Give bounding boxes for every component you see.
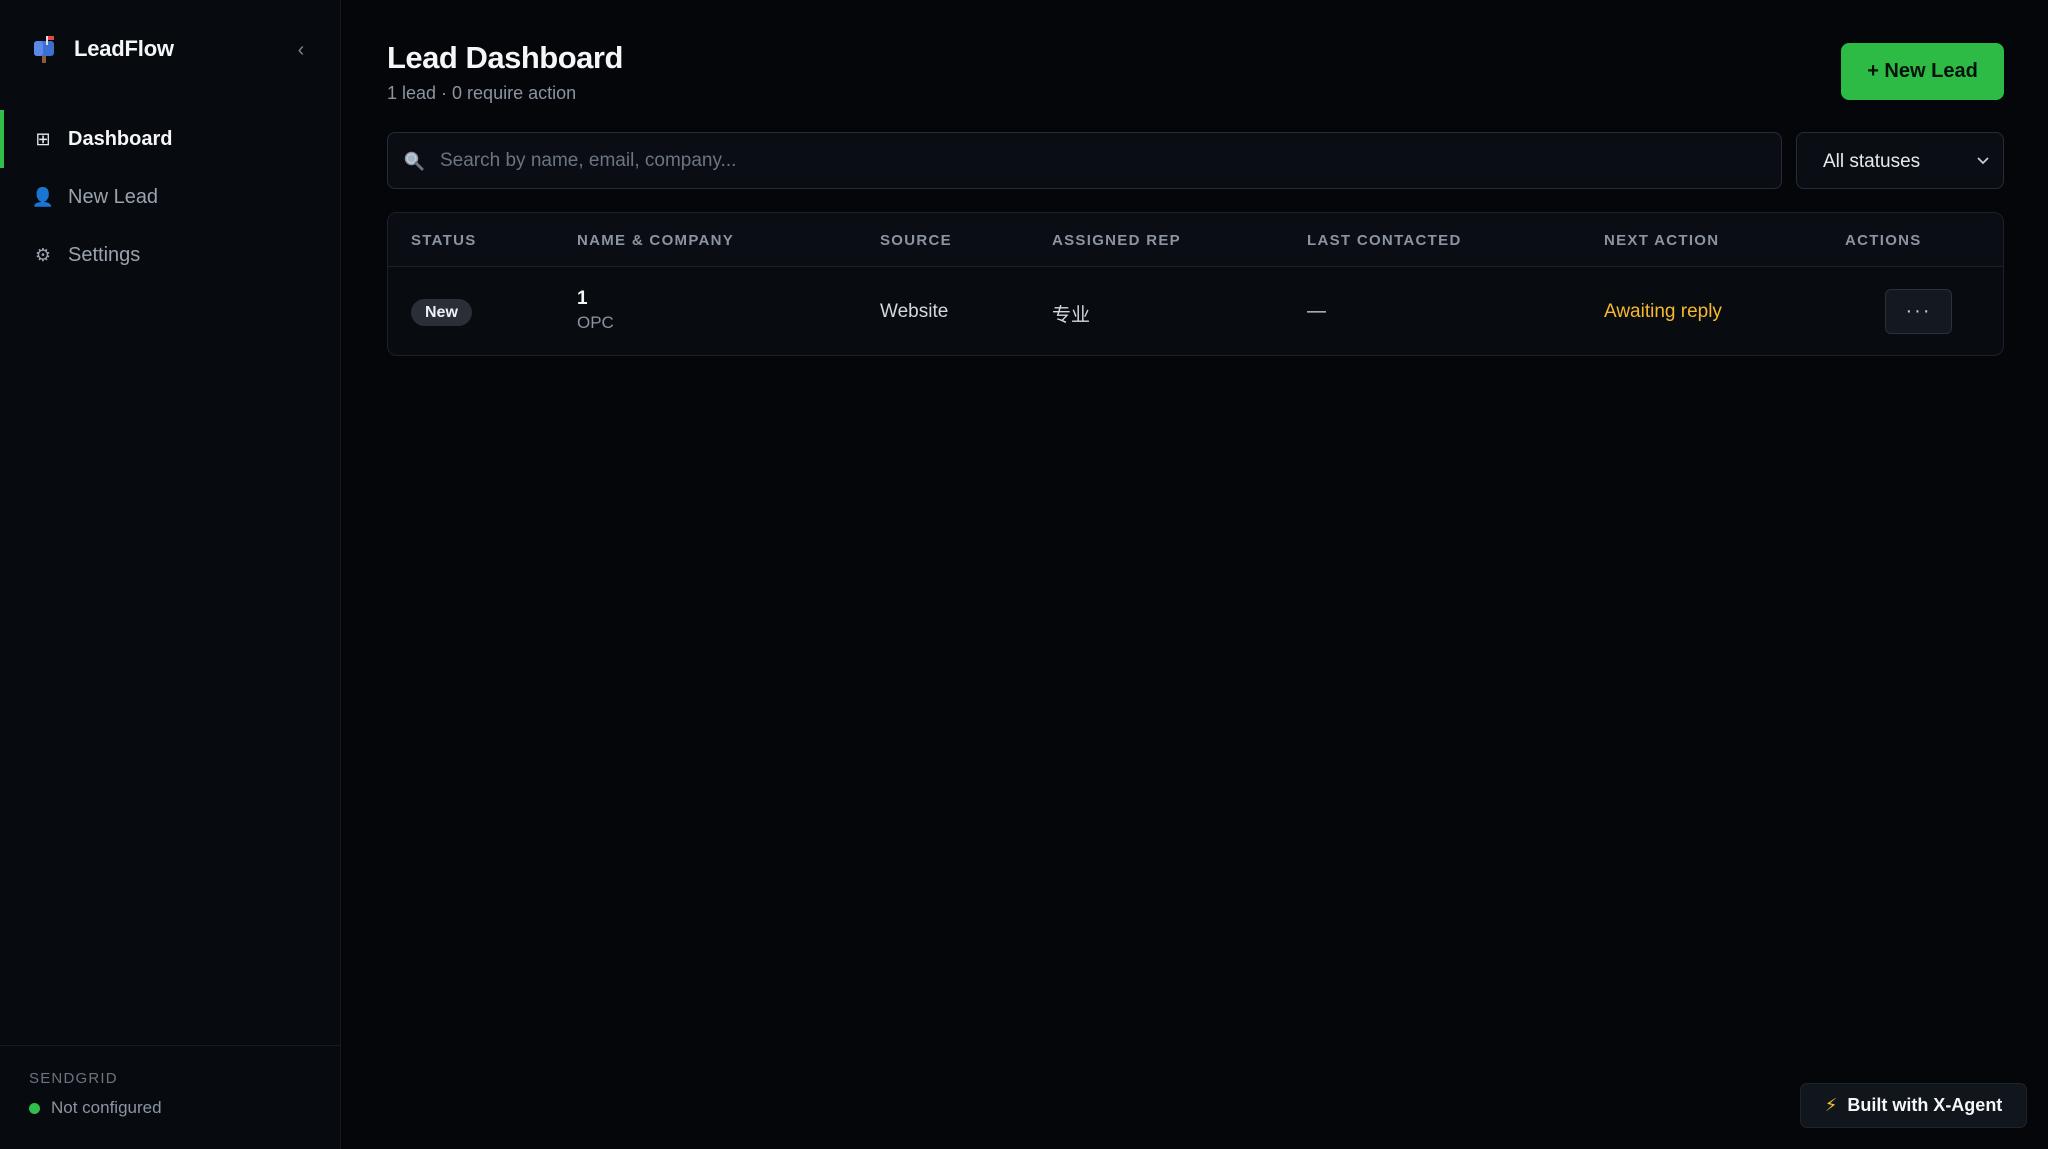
app-name: LeadFlow [74, 36, 174, 61]
lightning-icon: ⚡ [1824, 1095, 1838, 1115]
sidebar: LeadFlow ‹ ⊞ Dashboard 👤 New Lead ⚙ Sett… [0, 0, 341, 1149]
collapse-sidebar-button[interactable]: ‹ [292, 38, 310, 62]
sidebar-item-label: New Lead [68, 185, 159, 208]
search-input[interactable] [440, 133, 1770, 188]
user-icon: 👤 [31, 186, 55, 207]
sidebar-item-dashboard[interactable]: ⊞ Dashboard [0, 110, 340, 168]
sidebar-nav: ⊞ Dashboard 👤 New Lead ⚙ Settings [0, 110, 340, 284]
sendgrid-status-text: Not configured [51, 1098, 162, 1117]
brand[interactable]: LeadFlow [29, 34, 174, 64]
mailbox-icon [29, 34, 59, 64]
column-header-next-action[interactable]: NEXT ACTION [1604, 232, 1719, 249]
sidebar-item-label: Dashboard [68, 127, 173, 150]
lead-last-contacted: — [1307, 301, 1326, 322]
sendgrid-title: SENDGRID [29, 1070, 118, 1087]
sidebar-item-settings[interactable]: ⚙ Settings [0, 226, 340, 284]
lead-company: OPC [577, 313, 614, 332]
search-bar [387, 132, 1782, 189]
more-actions-button[interactable]: ··· [1885, 289, 1952, 334]
status-filter-value: All statuses [1823, 151, 1921, 172]
lead-name[interactable]: 1 [577, 288, 588, 310]
lead-next-action: Awaiting reply [1604, 301, 1722, 322]
built-with-badge[interactable]: ⚡ Built with X-Agent [1800, 1083, 2027, 1128]
new-lead-button[interactable]: + New Lead [1841, 43, 2004, 100]
column-header-name-company[interactable]: NAME & COMPANY [577, 232, 734, 249]
sendgrid-status: Not configured [29, 1098, 162, 1118]
lead-source: Website [880, 301, 949, 322]
table-row[interactable]: New 1 OPC Website 专业 — Awaiting reply ··… [388, 267, 2003, 355]
search-icon [403, 150, 425, 172]
sendgrid-status-panel: SENDGRID Not configured [0, 1045, 340, 1149]
status-badge: New [411, 299, 472, 326]
sidebar-item-label: Settings [68, 243, 141, 266]
column-header-actions: ACTIONS [1845, 232, 1922, 249]
page-subtitle: 1 lead · 0 require action [387, 83, 577, 103]
table-header: STATUS NAME & COMPANY SOURCE ASSIGNED RE… [388, 213, 2003, 267]
lead-assigned-rep: 专业 [1052, 305, 1091, 326]
built-with-label: Built with X-Agent [1847, 1095, 2003, 1115]
chevron-down-icon [1975, 151, 1991, 171]
grid-icon: ⊞ [35, 128, 51, 149]
sidebar-item-new-lead[interactable]: 👤 New Lead [0, 168, 340, 226]
column-header-assigned-rep[interactable]: ASSIGNED REP [1052, 232, 1181, 249]
gear-icon: ⚙ [34, 244, 52, 265]
page-title: Lead Dashboard [387, 40, 623, 75]
leads-table: STATUS NAME & COMPANY SOURCE ASSIGNED RE… [387, 212, 2004, 356]
column-header-source[interactable]: SOURCE [880, 232, 952, 249]
status-dot-icon [29, 1102, 40, 1114]
main-content: Lead Dashboard 1 lead · 0 require action… [341, 0, 2048, 1149]
column-header-status[interactable]: STATUS [411, 232, 477, 249]
column-header-last-contacted[interactable]: LAST CONTACTED [1307, 232, 1462, 249]
status-filter-select[interactable]: All statuses [1796, 132, 2004, 189]
